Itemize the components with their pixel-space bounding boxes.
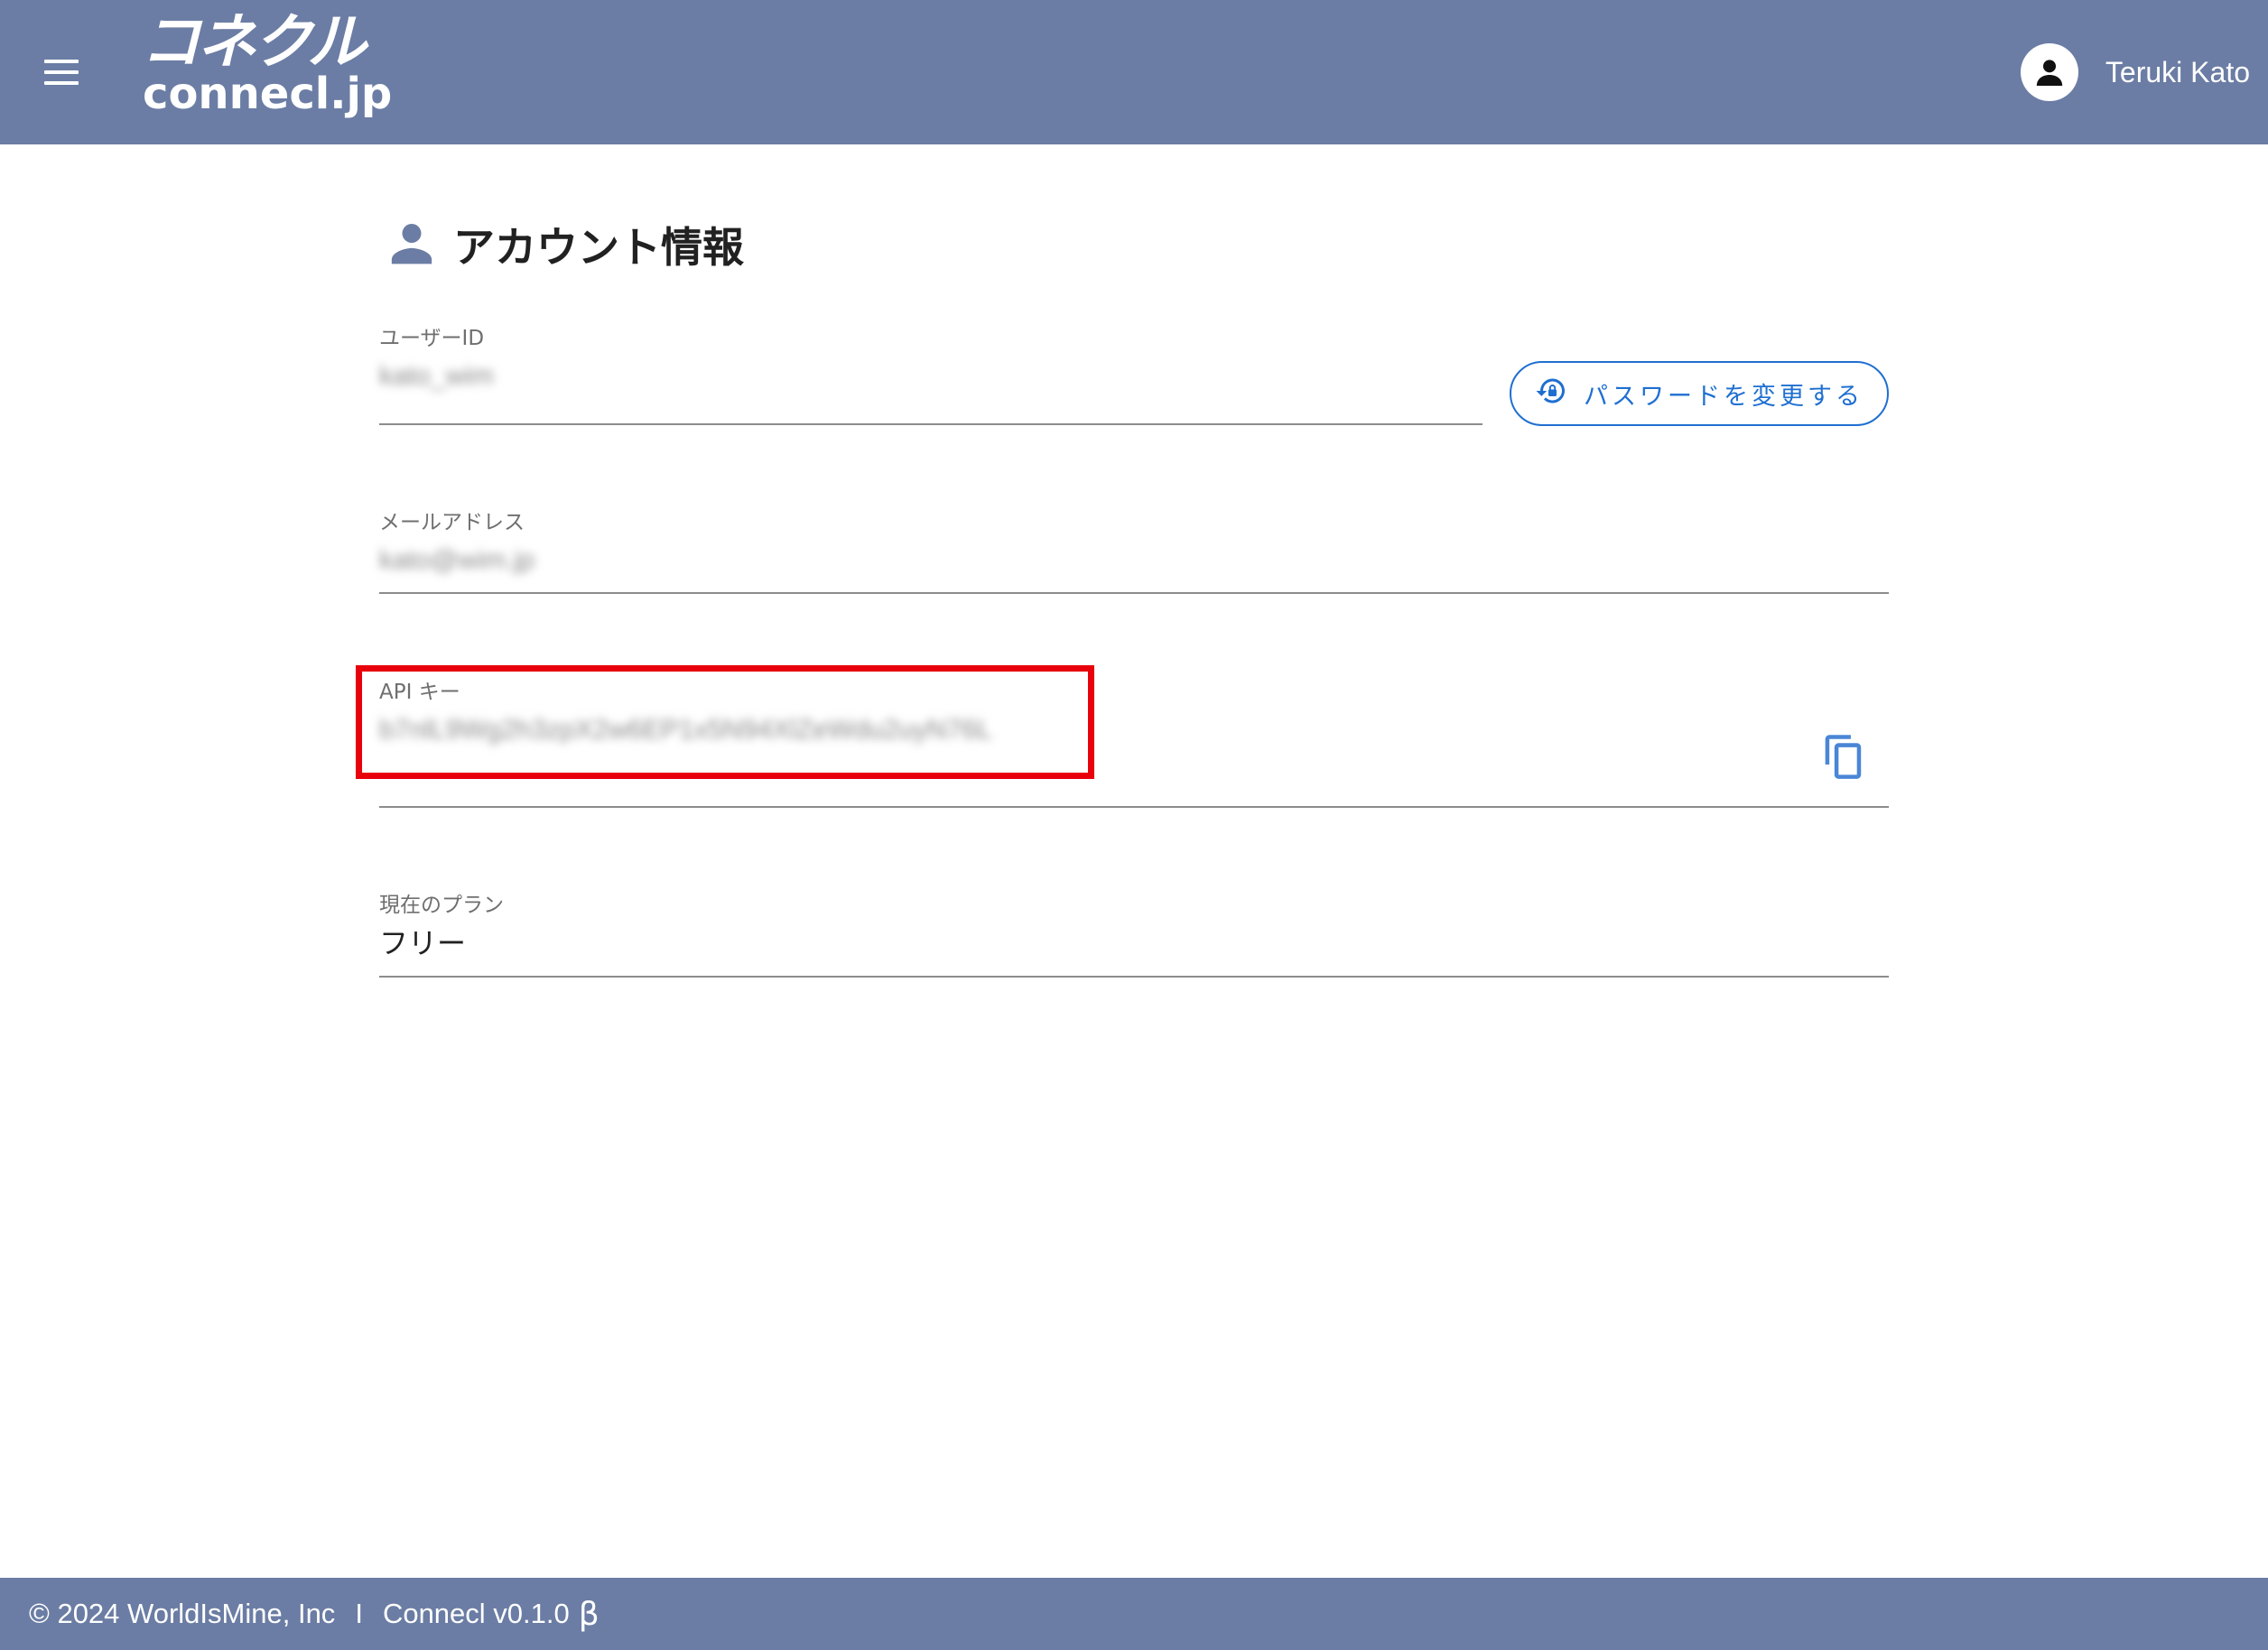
lock-reset-icon — [1535, 375, 1567, 413]
person-icon — [386, 218, 437, 272]
email-underline — [379, 592, 1889, 594]
plan-field: 現在のプラン フリー — [379, 892, 1889, 962]
copyright-text: © 2024 WorldIsMine, Inc — [29, 1598, 336, 1629]
email-label: メールアドレス — [379, 511, 525, 534]
email-value: kato@wim.jp — [379, 545, 535, 575]
change-password-button[interactable]: パスワードを変更する — [1510, 361, 1889, 426]
account-circle-icon — [2020, 43, 2078, 101]
api-key-highlight — [356, 665, 1094, 779]
copy-icon[interactable] — [1818, 731, 1869, 782]
top-app-bar: コネクル connecl.jp Teruki Kato — [0, 0, 2268, 144]
page-header: アカウント情報 — [386, 213, 744, 276]
page-title: アカウント情報 — [453, 223, 744, 272]
change-password-label: パスワードを変更する — [1584, 382, 1864, 411]
beta-badge: β — [578, 1595, 600, 1633]
plan-label: 現在のプラン — [379, 894, 504, 917]
version-text: Connecl v0.1.0 — [382, 1598, 570, 1629]
hamburger-menu-icon[interactable] — [38, 51, 85, 94]
user-id-label: ユーザーID — [379, 327, 485, 350]
user-id-underline — [379, 423, 1483, 425]
logo-domain: connecl.jp — [143, 69, 393, 119]
user-id-field: ユーザーID kato_wim — [379, 325, 1481, 395]
email-field: メールアドレス kato@wim.jp — [379, 509, 1889, 579]
user-id-value: kato_wim — [379, 361, 494, 391]
app-root: コネクル connecl.jp Teruki Kato アカウント情報 ユーザー… — [0, 0, 2268, 1650]
brand-logo[interactable]: コネクル connecl.jp — [141, 13, 403, 121]
user-menu[interactable]: Teruki Kato — [2020, 43, 2250, 101]
plan-value: フリー — [379, 926, 467, 960]
plan-underline — [379, 976, 1889, 978]
footer: © 2024 WorldIsMine, Inc I Connecl v0.1.0… — [0, 1578, 2268, 1650]
logo-japanese: コネクル — [141, 7, 367, 77]
user-name: Teruki Kato — [2105, 55, 2250, 88]
api-key-underline — [379, 806, 1889, 808]
footer-separator: I — [355, 1598, 363, 1629]
